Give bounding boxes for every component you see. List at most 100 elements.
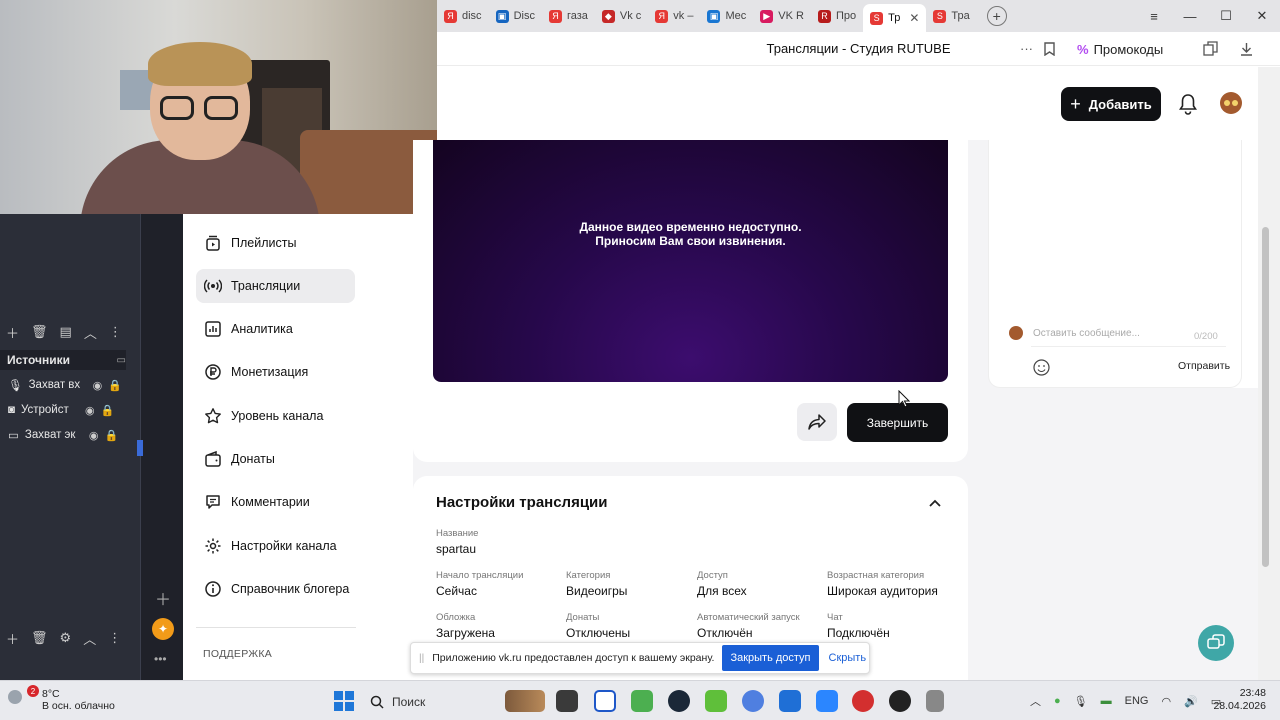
browser-tab[interactable]: ▶ VK R: [753, 4, 811, 28]
game-launcher-icon[interactable]: [705, 690, 727, 712]
obs-source-row[interactable]: 🎙 Захват вх ◉ 🔒: [0, 374, 126, 396]
avatar[interactable]: [1220, 92, 1242, 114]
obs-icon[interactable]: [889, 690, 911, 712]
webcam-glasses-right: [204, 96, 238, 120]
new-tab-button[interactable]: +: [986, 6, 1007, 26]
browser-tab[interactable]: S Тр ✕: [863, 4, 927, 32]
stream-settings-title: Настройки трансляции: [436, 494, 608, 511]
sidebar-item[interactable]: Настройки канала: [196, 529, 355, 563]
download-icon[interactable]: [1240, 42, 1253, 56]
battery-icon[interactable]: ▬: [1101, 695, 1112, 707]
more-icon[interactable]: ···: [1020, 41, 1033, 56]
browser-menu-button[interactable]: ≡: [1136, 9, 1172, 24]
video-player[interactable]: Данное видео временно недоступно. Принос…: [433, 140, 948, 382]
add-icon[interactable]: ＋: [155, 586, 171, 610]
app-icon[interactable]: [926, 690, 944, 712]
promo-button[interactable]: % Промокоды: [1077, 38, 1163, 60]
bookmark-icon[interactable]: [1044, 42, 1055, 56]
chevron-up-icon[interactable]: [928, 496, 942, 510]
chat-message-input[interactable]: Оставить сообщение...: [1033, 328, 1183, 339]
sidebar-item[interactable]: Трансляции: [196, 269, 355, 303]
store-icon[interactable]: [779, 690, 801, 712]
more-icon[interactable]: ⋮: [108, 630, 121, 646]
more-icon[interactable]: ⋮: [109, 324, 122, 340]
mic-icon[interactable]: 🎙: [1074, 695, 1088, 708]
file-explorer-icon[interactable]: [556, 690, 578, 712]
browser-tab[interactable]: ◆ Vk c: [595, 4, 648, 28]
sidebar-item[interactable]: Плейлисты: [196, 226, 355, 260]
dock-icon[interactable]: ▭: [117, 355, 126, 366]
drag-handle-icon[interactable]: ||: [419, 653, 424, 664]
browser-tab[interactable]: R Про: [811, 4, 863, 28]
browser-tab[interactable]: ▣ Disc: [489, 4, 542, 28]
steam-icon[interactable]: [668, 690, 690, 712]
sidebar-item[interactable]: Монетизация: [196, 355, 355, 389]
search-highlight-icon[interactable]: [505, 690, 545, 712]
chevron-up-icon[interactable]: ︿: [1030, 693, 1041, 709]
obs-plugin-icon[interactable]: ✦: [152, 618, 174, 640]
search-label: Поиск: [392, 695, 426, 709]
chevron-up-icon[interactable]: ︿: [83, 629, 96, 648]
obs-source-row[interactable]: ▭ Захват эк ◉ 🔒: [0, 424, 126, 446]
eye-icon[interactable]: ◉: [93, 379, 103, 392]
lock-icon[interactable]: 🔒: [104, 429, 118, 442]
gear-icon[interactable]: ⚙: [60, 630, 72, 646]
sidebar-item[interactable]: Справочник блогера: [196, 572, 355, 606]
trash-icon[interactable]: 🗑: [31, 630, 48, 646]
finish-stream-button[interactable]: Завершить: [847, 403, 948, 442]
minimize-button[interactable]: —: [1172, 9, 1208, 24]
filter-icon[interactable]: ▤: [60, 324, 72, 340]
browser-tab[interactable]: Яvk –: [648, 4, 700, 28]
browser-address-row: Трансляции - Студия RUTUBE ··· % Промоко…: [437, 32, 1280, 66]
trash-icon[interactable]: 🗑: [31, 324, 48, 340]
collections-icon[interactable]: [1203, 41, 1219, 56]
sidebar-item[interactable]: Аналитика: [196, 312, 355, 346]
wifi-icon[interactable]: ◠: [1161, 695, 1171, 708]
notepad-icon[interactable]: [816, 690, 838, 712]
emoji-icon[interactable]: [1033, 359, 1050, 376]
share-button[interactable]: [797, 403, 837, 441]
add-button[interactable]: + Добавить: [1061, 87, 1161, 121]
settings-field: Начало трансляции Сейчас: [436, 570, 523, 598]
send-message-button[interactable]: Отправить: [1178, 360, 1230, 372]
add-icon[interactable]: ＋: [6, 629, 19, 648]
obs-source-row[interactable]: ◙ Устройст ◉ 🔒: [0, 399, 126, 421]
bell-icon[interactable]: [1178, 93, 1198, 115]
hide-notice-button[interactable]: Скрыть: [829, 652, 867, 664]
support-section-label: ПОДДЕРЖКА: [203, 648, 273, 660]
taskbar-search[interactable]: Поиск: [370, 691, 500, 713]
discord-icon[interactable]: [742, 690, 764, 712]
yandex-browser-icon[interactable]: [594, 690, 616, 712]
maximize-button[interactable]: ☐: [1208, 8, 1244, 24]
sidebar-item[interactable]: Донаты: [196, 442, 355, 476]
eye-icon[interactable]: ◉: [85, 404, 95, 417]
sidebar-item[interactable]: Комментарии: [196, 485, 355, 519]
shield-icon[interactable]: ●: [1054, 695, 1061, 707]
lock-icon[interactable]: 🔒: [108, 379, 122, 392]
scrollbar-thumb[interactable]: [1262, 227, 1269, 567]
browser-tab[interactable]: Яdisc: [437, 4, 489, 28]
weather-widget[interactable]: 8°C В осн. облачно: [42, 688, 115, 712]
eye-icon[interactable]: ◉: [89, 429, 99, 442]
browser-tab[interactable]: S Тра: [926, 4, 976, 28]
browser-tab[interactable]: ▣ Mec: [700, 4, 753, 28]
taskbar-clock[interactable]: 23:48 28.04.2026: [1208, 687, 1266, 713]
page-scrollbar[interactable]: [1258, 67, 1280, 680]
language-indicator[interactable]: ENG: [1125, 695, 1149, 707]
minecraft-icon[interactable]: [631, 690, 653, 712]
browser-tab[interactable]: Ягаза: [542, 4, 595, 28]
lock-icon[interactable]: 🔒: [101, 404, 115, 417]
more-icon[interactable]: •••: [154, 652, 167, 666]
stop-sharing-button[interactable]: Закрыть доступ: [722, 645, 819, 671]
close-window-button[interactable]: ✕: [1244, 8, 1280, 24]
monetization-icon: [205, 364, 221, 380]
help-chat-button[interactable]: [1198, 625, 1234, 661]
tab-close-icon[interactable]: ✕: [909, 11, 919, 25]
add-icon[interactable]: ＋: [6, 323, 19, 342]
field-label: Название: [436, 528, 479, 539]
media-app-icon[interactable]: [852, 690, 874, 712]
sidebar-item[interactable]: Уровень канала: [196, 399, 355, 433]
volume-icon[interactable]: 🔊: [1184, 695, 1198, 708]
start-button[interactable]: [334, 691, 354, 711]
chevron-up-icon[interactable]: ︿: [84, 323, 97, 342]
